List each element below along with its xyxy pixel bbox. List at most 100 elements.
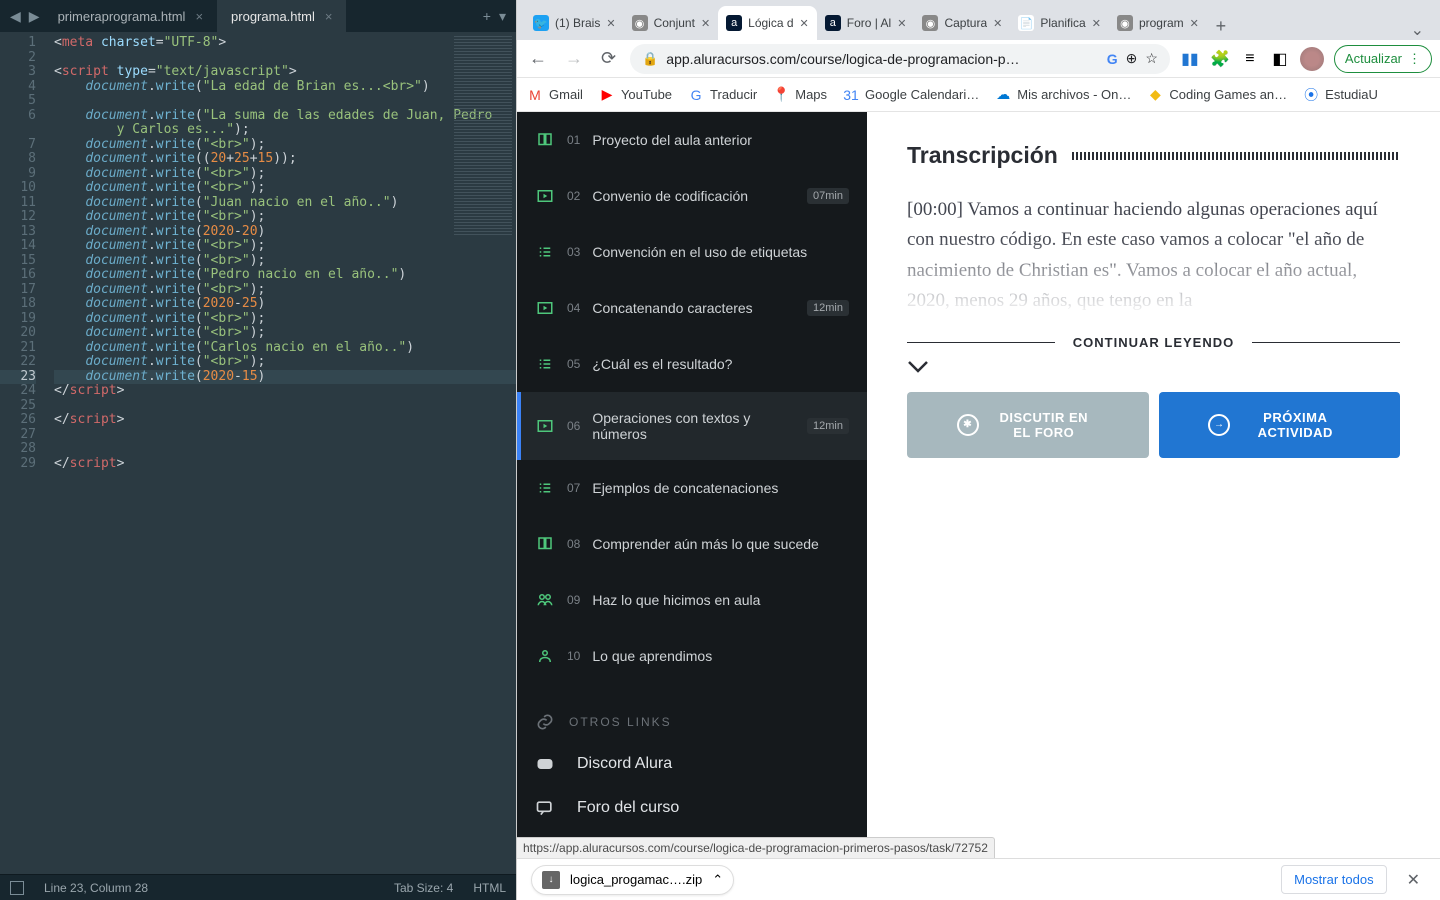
bookmark-icon: M xyxy=(527,87,543,103)
editor-add-tab[interactable]: + xyxy=(479,8,495,24)
favicon: ◉ xyxy=(1117,15,1133,31)
lesson-item[interactable]: 04Concatenando caracteres12min xyxy=(517,280,867,336)
next-activity-button[interactable]: → PRÓXIMA ACTIVIDAD xyxy=(1159,392,1401,458)
lesson-number: 06 xyxy=(567,419,580,433)
lesson-number: 10 xyxy=(567,649,580,663)
profile-avatar[interactable] xyxy=(1300,47,1324,71)
close-icon[interactable]: ✕ xyxy=(606,17,615,30)
close-icon[interactable]: × xyxy=(195,9,203,24)
bookmark-item[interactable]: GTraducir xyxy=(688,87,757,103)
code-area[interactable]: <meta charset="UTF-8"><script type="text… xyxy=(48,32,516,874)
tab-title: (1) Brais xyxy=(555,16,600,30)
browser-tab[interactable]: aForo | Al✕ xyxy=(817,6,915,40)
other-links-header: OTROS LINKS xyxy=(517,684,867,742)
lesson-item[interactable]: 10Lo que aprendimos xyxy=(517,628,867,684)
browser-tab[interactable]: 🐦(1) Brais✕ xyxy=(525,6,624,40)
install-icon[interactable]: ⊕ xyxy=(1126,50,1138,67)
main-panel: Transcripción [00:00] Vamos a continuar … xyxy=(867,112,1440,858)
bookmark-star-icon[interactable]: ☆ xyxy=(1145,50,1158,67)
panel-icon[interactable] xyxy=(10,881,24,895)
people-icon xyxy=(535,590,555,610)
lesson-item[interactable]: 02Convenio de codificación07min xyxy=(517,168,867,224)
close-icon[interactable]: ✕ xyxy=(1190,17,1199,30)
lesson-title: ¿Cuál es el resultado? xyxy=(592,356,849,372)
update-button[interactable]: Actualizar ⋮ xyxy=(1334,45,1432,73)
lesson-item[interactable]: 09Haz lo que hicimos en aula xyxy=(517,572,867,628)
reading-list-icon[interactable]: ≡ xyxy=(1240,49,1260,69)
header-rule xyxy=(1072,152,1400,160)
show-all-downloads[interactable]: Mostrar todos xyxy=(1281,865,1386,894)
editor-body[interactable]: 1234567891011121314151617181920212223242… xyxy=(0,32,516,874)
bookmark-icon: ◆ xyxy=(1147,87,1163,103)
lesson-list[interactable]: 01Proyecto del aula anterior02Convenio d… xyxy=(517,112,867,858)
extensions-menu-icon[interactable]: 🧩 xyxy=(1210,49,1230,69)
bookmark-item[interactable]: ⦿EstudiaU xyxy=(1303,87,1378,103)
reload-button[interactable]: ⟳ xyxy=(597,48,620,69)
close-icon[interactable]: ✕ xyxy=(1401,870,1426,890)
list-icon xyxy=(535,354,555,374)
forward-button[interactable]: → xyxy=(561,48,587,69)
close-icon[interactable]: ✕ xyxy=(897,17,906,30)
lesson-item[interactable]: 07Ejemplos de concatenaciones xyxy=(517,460,867,516)
file-language[interactable]: HTML xyxy=(473,881,506,895)
lesson-item[interactable]: 05¿Cuál es el resultado? xyxy=(517,336,867,392)
browser-tab[interactable]: ◉Conjunt✕ xyxy=(624,6,719,40)
lesson-item[interactable]: 01Proyecto del aula anterior xyxy=(517,112,867,168)
other-link[interactable]: Discord Alura xyxy=(517,742,867,786)
lesson-title: Ejemplos de concatenaciones xyxy=(592,480,849,496)
lesson-item[interactable]: 08Comprender aún más lo que sucede xyxy=(517,516,867,572)
bookmark-item[interactable]: 31Google Calendari… xyxy=(843,87,979,103)
lesson-item[interactable]: 06Operaciones con textos y números12min xyxy=(517,392,867,460)
bookmark-item[interactable]: ▶YouTube xyxy=(599,87,672,103)
lesson-number: 01 xyxy=(567,133,580,147)
new-tab-button[interactable]: + xyxy=(1207,12,1235,40)
download-item[interactable]: ↓ logica_progamac….zip ⌃ xyxy=(531,865,734,895)
status-url: https://app.aluracursos.com/course/logic… xyxy=(517,837,995,858)
editor-tab[interactable]: primeraprograma.html × xyxy=(44,0,217,32)
minimap[interactable] xyxy=(454,36,512,236)
downloads-bar: ↓ logica_progamac….zip ⌃ Mostrar todos ✕ xyxy=(517,858,1440,900)
extension-icon[interactable]: ▮▮ xyxy=(1180,49,1200,69)
tab-size[interactable]: Tab Size: 4 xyxy=(394,881,453,895)
bookmark-item[interactable]: 📍Maps xyxy=(773,87,827,103)
fade-overlay xyxy=(907,237,1400,317)
browser-tab[interactable]: ◉program✕ xyxy=(1109,6,1207,40)
lesson-title: Convención en el uso de etiquetas xyxy=(592,244,849,260)
discord-icon xyxy=(535,754,555,774)
other-link[interactable]: Foro del curso xyxy=(517,786,867,830)
close-icon[interactable]: ✕ xyxy=(1092,17,1101,30)
chevron-up-icon[interactable]: ⌃ xyxy=(712,872,723,888)
bookmark-item[interactable]: MGmail xyxy=(527,87,583,103)
bookmark-item[interactable]: ◆Coding Games an… xyxy=(1147,87,1287,103)
continue-divider: CONTINUAR LEYENDO xyxy=(907,335,1400,350)
lesson-item[interactable]: 03Convención en el uso de etiquetas xyxy=(517,224,867,280)
close-icon[interactable]: × xyxy=(325,9,333,24)
expand-button[interactable] xyxy=(907,360,1400,374)
close-icon[interactable]: ✕ xyxy=(800,17,809,30)
address-bar[interactable]: 🔒 app.aluracursos.com/course/logica-de-p… xyxy=(630,44,1170,74)
translate-icon[interactable]: G xyxy=(1107,51,1118,67)
tab-title: Conjunt xyxy=(654,16,695,30)
action-row: ✱ DISCUTIR EN EL FORO → PRÓXIMA ACTIVIDA… xyxy=(907,392,1400,458)
tab-list-button[interactable]: ⌄ xyxy=(1403,20,1432,40)
browser-tab[interactable]: ◉Captura✕ xyxy=(914,6,1010,40)
video-icon xyxy=(535,416,555,436)
browser-tab[interactable]: aLógica d✕ xyxy=(718,6,817,40)
list-icon xyxy=(535,478,555,498)
back-button[interactable]: ← xyxy=(525,48,551,69)
close-icon[interactable]: ✕ xyxy=(701,17,710,30)
editor-status-bar: Line 23, Column 28 Tab Size: 4 HTML xyxy=(0,874,516,900)
favicon: a xyxy=(726,15,742,31)
browser-tab[interactable]: 📄Planifica✕ xyxy=(1010,6,1109,40)
close-icon[interactable]: ✕ xyxy=(993,17,1002,30)
transcript-header: Transcripción xyxy=(907,142,1400,169)
bookmark-item[interactable]: ☁Mis archivos - On… xyxy=(995,87,1131,103)
discuss-forum-button[interactable]: ✱ DISCUTIR EN EL FORO xyxy=(907,392,1149,458)
bookmark-label: Traducir xyxy=(710,87,757,102)
editor-tab-menu[interactable]: ▾ xyxy=(495,8,510,25)
editor-tab[interactable]: programa.html × xyxy=(217,0,346,32)
editor-nav-prev[interactable]: ◀ xyxy=(6,8,25,25)
cursor-position[interactable]: Line 23, Column 28 xyxy=(44,881,148,895)
editor-nav-next[interactable]: ▶ xyxy=(25,8,44,25)
side-panel-icon[interactable]: ◧ xyxy=(1270,49,1290,69)
